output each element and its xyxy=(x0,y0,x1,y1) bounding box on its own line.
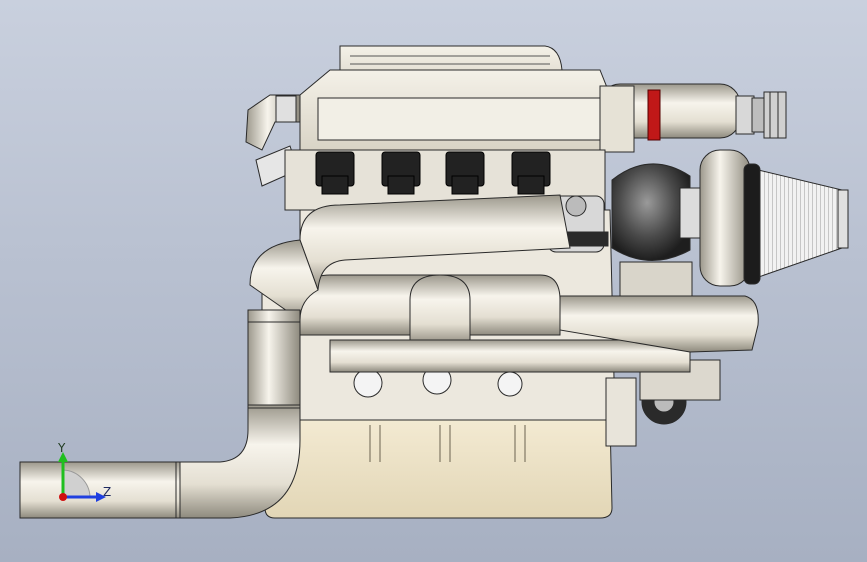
intake-plenum xyxy=(299,45,611,151)
charge-pipe xyxy=(599,83,787,153)
front-accessories xyxy=(605,359,721,447)
turbocharger xyxy=(611,149,751,301)
oil-pan xyxy=(264,419,613,519)
cad-viewport[interactable]: Y Z xyxy=(0,0,867,562)
engine-assembly-model[interactable] xyxy=(0,0,867,562)
y-axis-label: Y xyxy=(58,441,66,455)
air-filter xyxy=(743,163,849,285)
z-axis-label: Z xyxy=(103,485,112,499)
